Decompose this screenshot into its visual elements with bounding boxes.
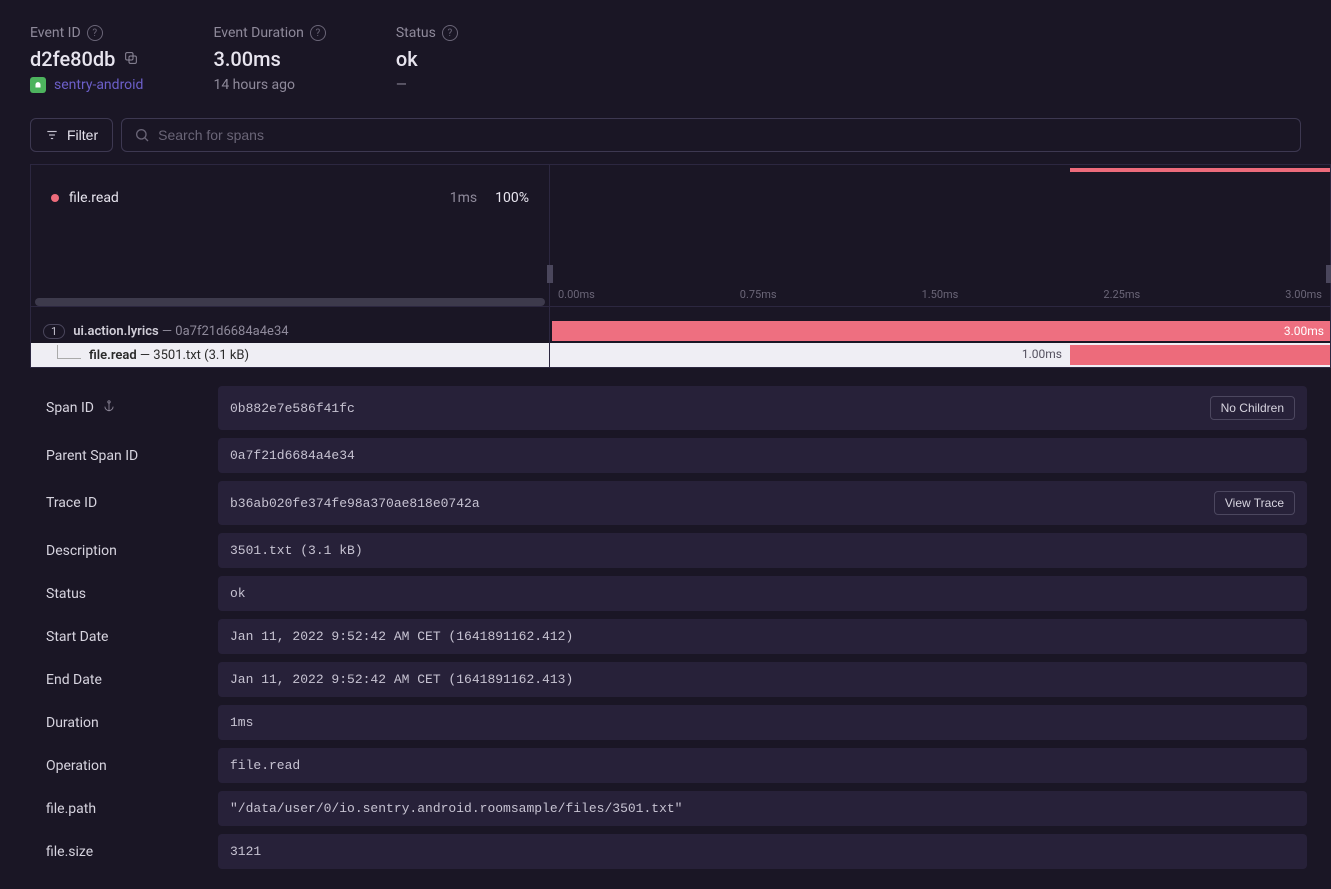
event-duration-value: 3.00ms [213,47,325,71]
label-file-path: file.path [46,801,206,817]
filter-icon [45,128,59,142]
label-duration: Duration [46,715,206,731]
value-file-size: 3121 [230,844,261,859]
value-status: ok [230,586,246,601]
toolbar: Filter [0,108,1331,164]
view-trace-button[interactable]: View Trace [1214,491,1295,515]
tick: 1.50ms [922,288,959,301]
dash: — [159,324,176,339]
chart-area: file.read 1ms 100% 0.00ms 0.75ms 1.50ms … [30,164,1331,306]
span-bar [1070,345,1330,365]
anchor-icon[interactable] [102,399,116,417]
label-end-date: End Date [46,672,206,688]
help-icon[interactable]: ? [442,25,458,41]
legend-name: file.read [69,190,440,206]
minimap-span-bar [1070,168,1330,172]
tree-gap [31,307,1330,319]
value-start-date: Jan 11, 2022 9:52:42 AM CET (1641891162.… [230,629,573,644]
label-span-id: Span ID [46,400,94,416]
filter-button[interactable]: Filter [30,118,113,152]
copy-icon[interactable] [123,47,139,71]
value-parent-span-id: 0a7f21d6684a4e34 [230,448,355,463]
search-icon [134,127,150,143]
span-id-short: 0a7f21d6684a4e34 [175,324,288,339]
label-status: Status [46,586,206,602]
tree-connector-icon [57,345,81,359]
legend-pct: 100% [495,190,529,206]
help-icon[interactable]: ? [310,25,326,41]
event-status-sub: — [396,77,458,93]
value-description: 3501.txt (3.1 kB) [230,543,363,558]
value-file-path: "/data/user/0/io.sentry.android.roomsamp… [230,801,682,816]
label-trace-id: Trace ID [46,495,206,511]
minimap-handle-right[interactable] [1326,265,1331,283]
span-desc: 3501.txt (3.1 kB) [153,348,249,363]
label-operation: Operation [46,758,206,774]
label-description: Description [46,543,206,559]
legend-row: file.read 1ms 100% [51,190,529,206]
value-duration: 1ms [230,715,253,730]
child-count-pill: 1 [43,324,65,339]
value-end-date: Jan 11, 2022 9:52:42 AM CET (1641891162.… [230,672,573,687]
tick: 3.00ms [1285,288,1322,301]
legend-ms: 1ms [450,190,477,206]
span-tree: 1 ui.action.lyrics — 0a7f21d6684a4e34 3.… [30,306,1331,368]
event-id-block: Event ID ? d2fe80db sentry-android [30,25,143,93]
event-duration-block: Event Duration ? 3.00ms 14 hours ago [213,25,325,93]
no-children-button[interactable]: No Children [1210,396,1295,420]
value-operation: file.read [230,758,300,773]
span-duration: 1.00ms [1022,347,1062,361]
span-duration: 3.00ms [1284,324,1324,338]
search-input-wrap[interactable] [121,118,1301,152]
dash: — [137,348,154,363]
span-details: Span ID 0b882e7e586f41fc No Children Par… [0,368,1331,889]
tick: 2.25ms [1103,288,1140,301]
event-duration-sub: 14 hours ago [213,77,325,93]
minimap-handle-left[interactable] [547,265,553,283]
scrollbar-thumb[interactable] [35,298,545,306]
span-row-parent[interactable]: 1 ui.action.lyrics — 0a7f21d6684a4e34 3.… [31,319,1330,343]
legend-dot-icon [51,194,59,202]
value-span-id: 0b882e7e586f41fc [230,401,355,416]
search-input[interactable] [158,127,1288,143]
label-file-size: file.size [46,844,206,860]
label-parent-span-id: Parent Span ID [46,448,206,464]
android-icon [30,77,46,93]
event-status-label: Status [396,25,436,41]
span-op: file.read [89,348,137,363]
tick: 0.75ms [740,288,777,301]
event-id-value: d2fe80db [30,47,115,71]
label-start-date: Start Date [46,629,206,645]
value-trace-id: b36ab020fe374fe98a370ae818e0742a [230,496,480,511]
help-icon[interactable]: ? [87,25,103,41]
tick: 0.00ms [558,288,595,301]
event-header: Event ID ? d2fe80db sentry-android Event… [0,0,1331,108]
span-row-child[interactable]: file.read — 3501.txt (3.1 kB) 1.00ms [31,343,1330,367]
span-bar: 3.00ms [552,321,1330,341]
event-id-label: Event ID [30,25,81,41]
event-duration-label: Event Duration [213,25,303,41]
project-link[interactable]: sentry-android [30,77,143,93]
time-ticks: 0.00ms 0.75ms 1.50ms 2.25ms 3.00ms [550,288,1330,301]
span-op: ui.action.lyrics [73,324,159,339]
minimap[interactable]: 0.00ms 0.75ms 1.50ms 2.25ms 3.00ms [550,165,1330,306]
chart-legend-panel: file.read 1ms 100% [31,165,550,306]
event-status-value: ok [396,47,458,71]
project-name: sentry-android [54,77,143,93]
filter-label: Filter [67,127,98,143]
event-status-block: Status ? ok — [396,25,458,93]
